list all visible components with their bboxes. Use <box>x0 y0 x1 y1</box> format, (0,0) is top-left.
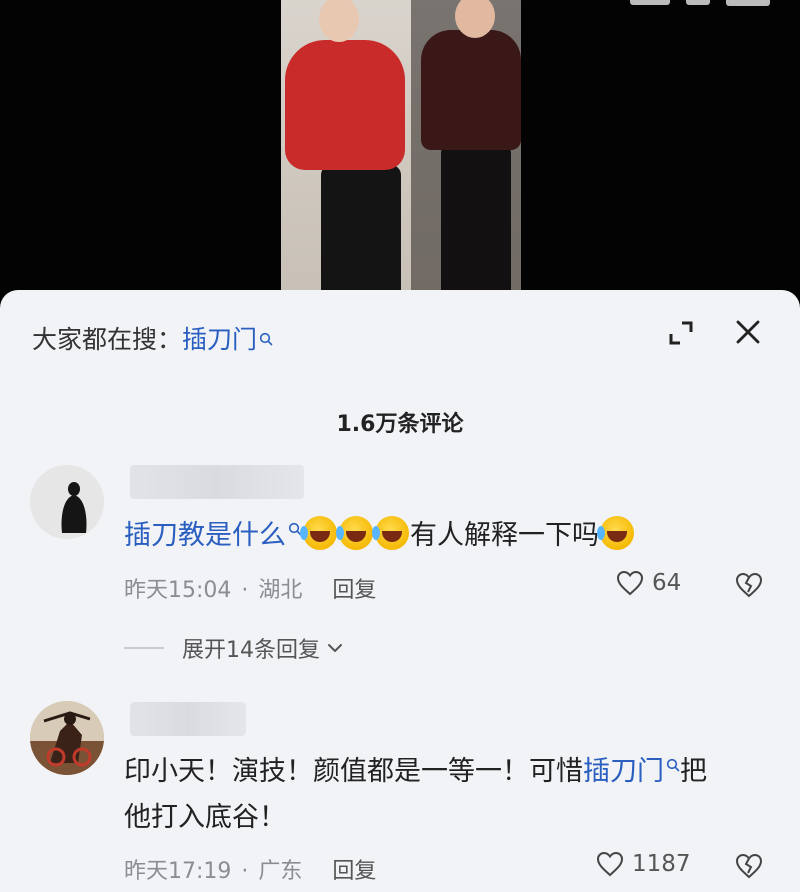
dancer-left <box>321 165 401 300</box>
search-hint-keyword[interactable]: 插刀门 <box>182 320 257 356</box>
expand-replies-button[interactable]: 展开14条回复 <box>124 632 344 664</box>
rolling-laughing-emoji <box>336 516 373 550</box>
like-count: 64 <box>652 570 682 596</box>
comment-body: 把 <box>680 756 707 787</box>
comment-time: 昨天17:19 <box>124 859 232 884</box>
heart-icon <box>616 570 644 596</box>
rolling-laughing-emoji <box>597 516 634 550</box>
comment-text-line2: 他打入底谷！ <box>124 802 286 833</box>
broken-heart-icon[interactable] <box>735 853 763 879</box>
close-icon[interactable] <box>734 318 762 346</box>
avatar[interactable] <box>30 465 104 539</box>
wifi-icon <box>686 0 710 5</box>
expand-icon[interactable] <box>668 320 694 346</box>
comment-body: 有人解释一下吗 <box>410 520 599 551</box>
comment-text: 印小天！演技！颜值都是一等一！可惜插刀门把 <box>124 750 707 794</box>
signal-icon <box>630 0 670 5</box>
username-blurred[interactable] <box>130 702 246 736</box>
battery-icon <box>726 0 770 6</box>
comment-meta: 昨天15:04 · 湖北 回复 <box>124 578 377 603</box>
comment-time: 昨天15:04 <box>124 578 232 603</box>
search-suggestion[interactable]: 大家都在搜： 插刀门 <box>32 320 273 356</box>
reply-button[interactable]: 回复 <box>332 859 376 884</box>
like-count: 1187 <box>632 851 691 877</box>
search-link[interactable]: 插刀门 <box>583 756 664 787</box>
username-blurred[interactable] <box>130 465 304 499</box>
search-link[interactable]: 插刀教是什么 <box>124 520 286 551</box>
search-hint-prefix: 大家都在搜： <box>32 325 183 354</box>
like-button[interactable]: 1187 <box>596 851 691 877</box>
like-button[interactable]: 64 <box>616 570 681 596</box>
search-icon <box>666 742 680 772</box>
video-frame <box>281 0 521 300</box>
comment-count: 1.6万条评论 <box>336 412 464 437</box>
heart-icon <box>596 851 624 877</box>
search-icon <box>288 506 302 536</box>
reply-button[interactable]: 回复 <box>332 578 376 603</box>
comment-location: 湖北 <box>258 578 303 603</box>
comments-panel: 大家都在搜： 插刀门 1.6万条评论 插刀教是什么 有人解释一下吗 昨天15:04… <box>0 290 800 892</box>
comment-body: 印小天！演技！颜值都是一等一！可惜 <box>124 756 583 787</box>
rolling-laughing-emoji <box>300 516 337 550</box>
avatar[interactable] <box>30 701 104 775</box>
chevron-down-icon <box>328 644 342 652</box>
comment-location: 广东 <box>258 859 303 884</box>
rolling-laughing-emoji <box>372 516 409 550</box>
comment-meta: 昨天17:19 · 广东 回复 <box>124 859 377 884</box>
search-icon <box>259 323 273 346</box>
dancer-right <box>441 145 511 300</box>
broken-heart-icon[interactable] <box>735 572 763 598</box>
comment-text: 插刀教是什么 有人解释一下吗 <box>124 514 635 558</box>
video-player[interactable] <box>0 0 800 300</box>
expand-replies-label: 展开14条回复 <box>182 638 320 663</box>
status-icons <box>630 0 770 6</box>
